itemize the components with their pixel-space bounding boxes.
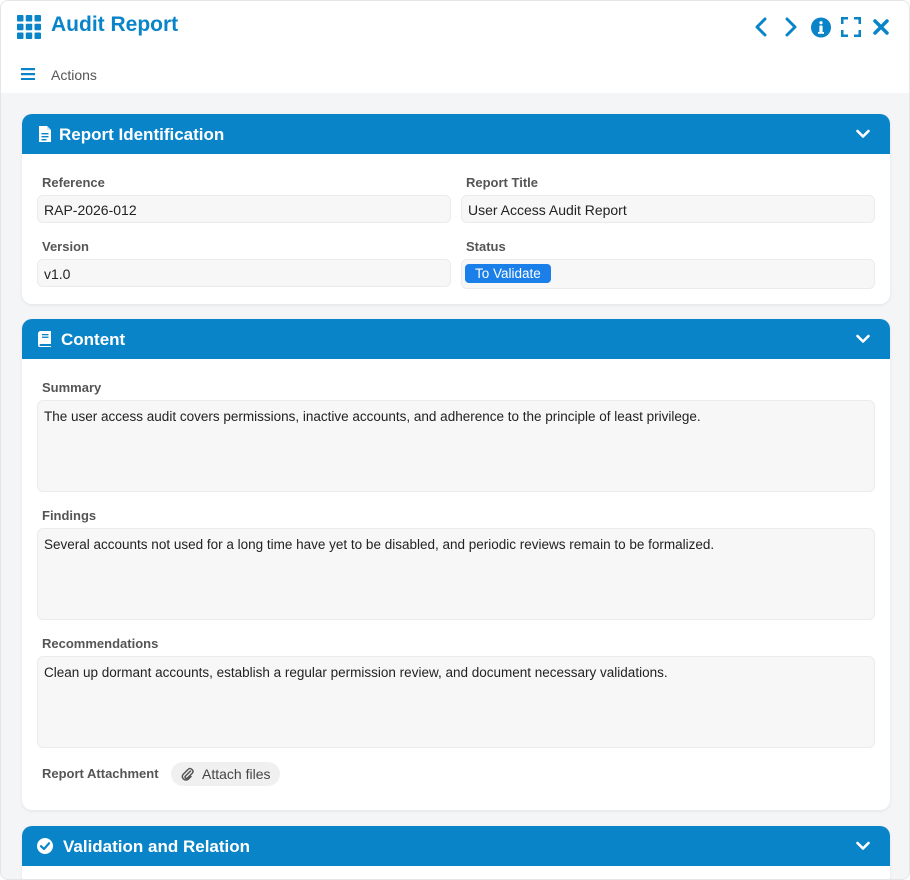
status-badge: To Validate <box>465 264 551 283</box>
identification-card: Report Identification Reference RAP-2026… <box>22 114 890 304</box>
hamburger-menu-icon[interactable] <box>21 68 37 80</box>
status-field[interactable]: To Validate <box>461 259 875 289</box>
attachment-label: Report Attachment <box>42 766 159 781</box>
title-bar: Audit Report <box>1 1 909 53</box>
report-title-label: Report Title <box>466 175 538 190</box>
attach-files-button[interactable]: Attach files <box>171 762 281 786</box>
reference-label: Reference <box>42 175 105 190</box>
actions-menu[interactable]: Actions <box>51 67 97 83</box>
info-icon[interactable] <box>811 15 831 39</box>
next-icon[interactable] <box>781 15 801 39</box>
summary-textarea[interactable]: The user access audit covers permissions… <box>37 400 875 492</box>
recommendations-textarea[interactable]: Clean up dormant accounts, establish a r… <box>37 656 875 748</box>
validation-card: Validation and Relation <box>22 826 890 879</box>
chevron-down-icon[interactable] <box>856 332 870 346</box>
reference-field[interactable]: RAP-2026-012 <box>37 195 451 223</box>
chevron-down-icon[interactable] <box>856 127 870 141</box>
identification-header[interactable]: Report Identification <box>22 114 890 154</box>
check-circle-icon <box>37 838 53 854</box>
content-header[interactable]: Content <box>22 319 890 359</box>
attach-files-label: Attach files <box>202 766 271 782</box>
content-title: Content <box>61 330 126 349</box>
validation-header[interactable]: Validation and Relation <box>22 826 890 866</box>
book-icon <box>38 331 51 347</box>
window-controls <box>751 15 891 39</box>
findings-textarea[interactable]: Several accounts not used for a long tim… <box>37 528 875 620</box>
summary-label: Summary <box>42 380 102 395</box>
version-label: Version <box>42 239 89 254</box>
findings-label: Findings <box>42 508 97 523</box>
grid-app-icon <box>17 15 41 39</box>
window-title: Audit Report <box>51 13 179 36</box>
app-window: Audit Report Actions Report Identificati… <box>0 0 910 880</box>
version-field[interactable]: v1.0 <box>37 259 451 287</box>
close-icon[interactable] <box>871 15 891 39</box>
paperclip-icon <box>181 767 194 781</box>
report-title-field[interactable]: User Access Audit Report <box>461 195 875 223</box>
status-label: Status <box>466 239 506 254</box>
content-card: Content Summary The user access audit co… <box>22 319 890 810</box>
fullscreen-icon[interactable] <box>841 15 861 39</box>
prev-icon[interactable] <box>751 15 771 39</box>
document-icon <box>39 126 51 142</box>
validation-title: Validation and Relation <box>63 837 251 856</box>
chevron-down-icon[interactable] <box>856 839 870 853</box>
actions-bar: Actions <box>1 53 909 93</box>
identification-title: Report Identification <box>59 125 225 144</box>
recommendations-label: Recommendations <box>42 636 159 651</box>
